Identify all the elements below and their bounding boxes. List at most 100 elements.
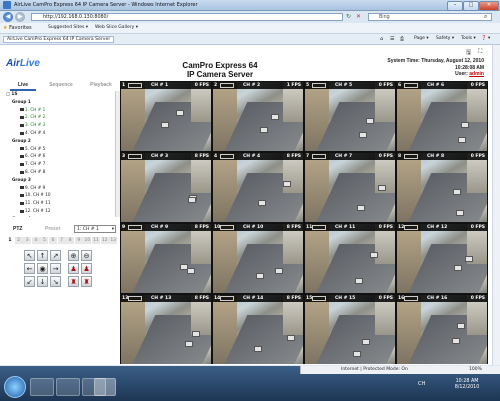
- camera-view[interactable]: 11 CH # 11 0 FPS: [305, 224, 395, 293]
- home-icon[interactable]: ⌂: [380, 36, 383, 42]
- forward-button[interactable]: ▶: [15, 12, 25, 22]
- taskbar-clock[interactable]: 10:28 AM 8/12/2010: [447, 379, 487, 391]
- zoom-in-icon[interactable]: ⊕: [68, 250, 79, 261]
- tree-camera[interactable]: 5. CH # 5: [20, 146, 45, 151]
- iris-open-icon[interactable]: ♜: [68, 276, 79, 287]
- camera-controls-icon[interactable]: [128, 225, 142, 230]
- tree-group[interactable]: Group 4: [12, 216, 31, 217]
- ptz-up-icon[interactable]: ↑: [37, 250, 48, 261]
- camera-controls-icon[interactable]: [128, 83, 142, 88]
- ptz-up-left-icon[interactable]: ↖: [24, 250, 35, 261]
- ptz-page-tab[interactable]: 4: [31, 237, 40, 244]
- page-scrollbar[interactable]: [492, 45, 500, 365]
- ptz-home-icon[interactable]: ◉: [37, 263, 48, 274]
- safety-menu[interactable]: Safety ▾: [436, 36, 454, 41]
- ptz-page-tab[interactable]: 7: [57, 237, 66, 244]
- ptz-down-right-icon[interactable]: ↘: [50, 276, 61, 287]
- ptz-left-icon[interactable]: ←: [24, 263, 35, 274]
- ptz-page-tab[interactable]: 11: [92, 237, 100, 244]
- camera-view[interactable]: 12 CH # 12 0 FPS: [397, 224, 487, 293]
- camera-view[interactable]: 16 CH # 16 0 FPS: [397, 295, 487, 364]
- ptz-page-tab[interactable]: 9: [74, 237, 83, 244]
- camera-controls-icon[interactable]: [220, 296, 234, 301]
- ptz-page-tab[interactable]: 13: [109, 237, 118, 244]
- ptz-label[interactable]: PTZ: [13, 226, 22, 232]
- camera-view[interactable]: 14 CH # 14 8 FPS: [213, 295, 303, 364]
- camera-view[interactable]: 4 CH # 4 8 FPS: [213, 153, 303, 222]
- focus-far-icon[interactable]: ♟: [81, 263, 92, 274]
- camera-controls-icon[interactable]: [220, 83, 234, 88]
- camera-controls-icon[interactable]: [220, 154, 234, 159]
- window-title-bar[interactable]: AirLive CamPro Express 64 IP Camera Serv…: [0, 0, 500, 11]
- help-menu[interactable]: ❓ ▾: [481, 36, 490, 41]
- tab-playback[interactable]: Playback: [84, 81, 118, 89]
- user-link[interactable]: admin: [469, 71, 484, 77]
- camera-controls-icon[interactable]: [128, 296, 142, 301]
- camera-view[interactable]: 13 CH # 13 8 FPS: [121, 295, 211, 364]
- web-slice-gallery-link[interactable]: Web Slice Gallery ▾: [95, 25, 138, 30]
- search-icon[interactable]: ⌕: [484, 13, 487, 21]
- camera-controls-icon[interactable]: [404, 225, 418, 230]
- ptz-page-tab[interactable]: 5: [40, 237, 49, 244]
- ptz-channel-select[interactable]: 1: CH # 1: [74, 225, 116, 234]
- camera-controls-icon[interactable]: [220, 225, 234, 230]
- camera-controls-icon[interactable]: [312, 296, 326, 301]
- camera-view[interactable]: 2 CH # 2 1 FPS: [213, 82, 303, 151]
- camera-view[interactable]: 15 CH # 15 0 FPS: [305, 295, 395, 364]
- camera-controls-icon[interactable]: [404, 296, 418, 301]
- tools-menu[interactable]: Tools ▾: [461, 36, 476, 41]
- focus-near-icon[interactable]: ♟: [68, 263, 79, 274]
- page-menu[interactable]: Page ▾: [414, 36, 429, 41]
- ptz-page-tab[interactable]: 6: [49, 237, 57, 244]
- iris-close-icon[interactable]: ♜: [81, 276, 92, 287]
- tab-live[interactable]: Live: [10, 81, 36, 91]
- minimize-button[interactable]: –: [447, 1, 463, 11]
- search-input[interactable]: Bing: [368, 13, 492, 21]
- camera-view[interactable]: 8 CH # 8 0 FPS: [397, 153, 487, 222]
- zoom-level[interactable]: 100%: [469, 366, 482, 374]
- tree-camera[interactable]: 3. CH # 3: [20, 122, 45, 127]
- ptz-up-right-icon[interactable]: ↗: [50, 250, 61, 261]
- tree-group[interactable]: Group 1: [12, 99, 31, 104]
- camera-controls-icon[interactable]: [404, 83, 418, 88]
- tree-group[interactable]: Group 3: [12, 177, 31, 182]
- tree-camera[interactable]: 9. CH # 9: [20, 185, 45, 190]
- tree-camera[interactable]: 7. CH # 7: [20, 161, 45, 166]
- ptz-page-tab[interactable]: 8: [66, 237, 75, 244]
- favorites-button[interactable]: ★ Favorites: [3, 25, 32, 31]
- language-indicator[interactable]: CH: [418, 381, 425, 387]
- camera-view[interactable]: 10 CH # 10 8 FPS: [213, 224, 303, 293]
- stop-icon[interactable]: ✕: [356, 13, 361, 20]
- ptz-page-tab[interactable]: 2: [14, 237, 23, 244]
- ptz-page-tab[interactable]: 10: [83, 237, 92, 244]
- tree-camera[interactable]: 10. CH # 10: [20, 192, 51, 197]
- camera-view[interactable]: 5 CH # 5 0 FPS: [305, 82, 395, 151]
- fullscreen-icon[interactable]: ⛶: [478, 48, 482, 56]
- taskbar-camera-app-icon[interactable]: [94, 378, 116, 396]
- close-button[interactable]: ✕: [479, 1, 499, 11]
- ptz-right-icon[interactable]: →: [50, 263, 61, 274]
- ptz-down-icon[interactable]: ↓: [37, 276, 48, 287]
- camera-controls-icon[interactable]: [404, 154, 418, 159]
- feeds-icon[interactable]: ☰: [390, 36, 394, 42]
- url-field[interactable]: http://192.168.0.130:8080/: [31, 13, 343, 21]
- camera-controls-icon[interactable]: [312, 154, 326, 159]
- ptz-page-tab[interactable]: 12: [100, 237, 109, 244]
- tree-camera[interactable]: 1. CH # 1: [20, 107, 45, 112]
- taskbar-explorer-icon[interactable]: [56, 378, 80, 396]
- camera-view[interactable]: 3 CH # 3 8 FPS: [121, 153, 211, 222]
- tree-group[interactable]: Group 2: [12, 138, 31, 143]
- security-zone[interactable]: Internet | Protected Mode: On: [341, 366, 408, 374]
- camera-controls-icon[interactable]: [312, 225, 326, 230]
- ptz-down-left-icon[interactable]: ↙: [24, 276, 35, 287]
- preset-label[interactable]: Preset: [45, 226, 60, 232]
- start-button[interactable]: [4, 376, 26, 398]
- camera-view[interactable]: 1 CH # 1 0 FPS: [121, 82, 211, 151]
- tree-camera[interactable]: 6. CH # 6: [20, 153, 45, 158]
- ptz-page-tab[interactable]: 3: [23, 237, 32, 244]
- browser-tab[interactable]: AirLive CamPro Express 64 IP Camera Serv…: [3, 36, 115, 43]
- tree-camera[interactable]: 8. CH # 8: [20, 169, 45, 174]
- camera-view[interactable]: 6 CH # 6 0 FPS: [397, 82, 487, 151]
- ptz-page-tab[interactable]: 1: [6, 237, 14, 244]
- camera-controls-icon[interactable]: [312, 83, 326, 88]
